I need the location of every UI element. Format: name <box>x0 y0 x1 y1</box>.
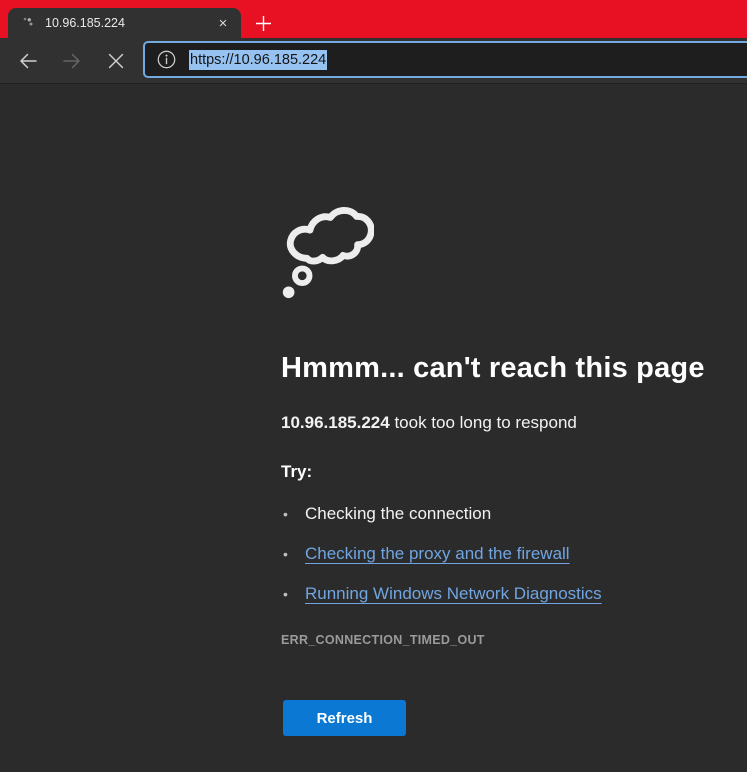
thought-bubble-cloud-icon <box>280 200 374 302</box>
close-x-icon <box>107 52 125 70</box>
back-button[interactable] <box>11 44 45 78</box>
forward-button[interactable] <box>55 44 89 78</box>
error-subtitle: 10.96.185.224 took too long to respond <box>281 413 747 433</box>
suggestion-list: Checking the connection Checking the pro… <box>281 503 747 605</box>
link-checking-proxy-firewall[interactable]: Checking the proxy and the firewall <box>305 544 570 563</box>
new-tab-button[interactable] <box>248 8 278 38</box>
page-info-icon[interactable] <box>157 50 176 69</box>
link-network-diagnostics[interactable]: Running Windows Network Diagnostics <box>305 584 602 603</box>
tab-close-icon[interactable]: × <box>213 13 233 33</box>
suggestion-item: Checking the proxy and the firewall <box>281 543 747 565</box>
arrow-left-icon <box>18 51 38 71</box>
error-page: Hmmm... can't reach this page 10.96.185.… <box>0 84 747 772</box>
address-input-value[interactable]: https://10.96.185.224 <box>189 50 327 70</box>
stop-button[interactable] <box>99 44 133 78</box>
suggestion-item: Running Windows Network Diagnostics <box>281 583 747 605</box>
address-bar[interactable]: https://10.96.185.224 <box>143 41 747 78</box>
browser-tab[interactable]: 10.96.185.224 × <box>8 8 241 38</box>
tab-title: 10.96.185.224 <box>45 16 213 30</box>
error-subtitle-text: took too long to respond <box>390 413 577 432</box>
error-host: 10.96.185.224 <box>281 413 390 432</box>
suggestion-item: Checking the connection <box>281 503 747 525</box>
browser-window: 10.96.185.224 × <box>0 0 747 772</box>
refresh-button[interactable]: Refresh <box>283 700 406 736</box>
loading-spinner-icon <box>20 15 36 31</box>
tab-bar: 10.96.185.224 × <box>0 0 747 38</box>
suggestion-checking-connection: Checking the connection <box>305 504 491 523</box>
arrow-right-icon <box>62 51 82 71</box>
navigation-bar: https://10.96.185.224 <box>0 38 747 84</box>
plus-icon <box>254 14 273 33</box>
error-title: Hmmm... can't reach this page <box>281 352 747 385</box>
try-label: Try: <box>281 462 747 482</box>
error-code: ERR_CONNECTION_TIMED_OUT <box>281 633 747 647</box>
